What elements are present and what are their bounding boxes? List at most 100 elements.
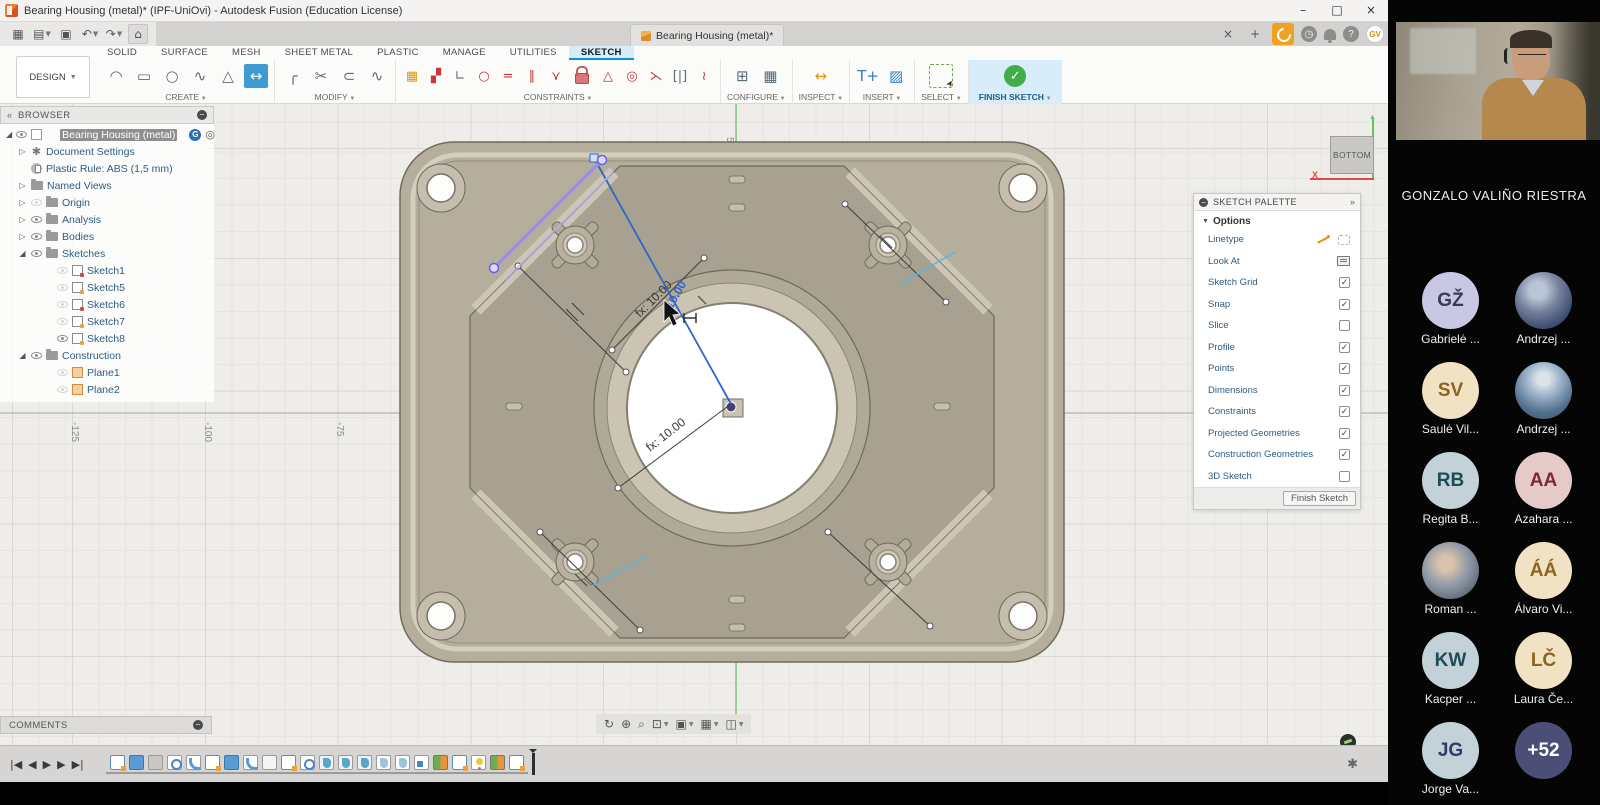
ribbon-tab-utilities[interactable]: UTILITIES bbox=[498, 46, 569, 60]
participant-tile[interactable]: Roman ... bbox=[1404, 534, 1497, 624]
participant-tile[interactable]: ÁÁÁlvaro Vi... bbox=[1497, 534, 1590, 624]
ribbon-tab-mesh[interactable]: MESH bbox=[220, 46, 273, 60]
triangle-constraint-icon[interactable]: △ bbox=[598, 64, 618, 88]
visibility-eye-icon[interactable] bbox=[31, 352, 42, 359]
timeline-feature-cut[interactable] bbox=[319, 755, 334, 770]
sketch-palette-header[interactable]: − SKETCH PALETTE » bbox=[1194, 194, 1360, 211]
ribbon-group-label[interactable]: SELECT ▼ bbox=[921, 92, 962, 104]
expander-open-icon[interactable]: ◢ bbox=[6, 130, 12, 139]
normal-linetype-icon[interactable] bbox=[1338, 235, 1350, 245]
recent-activity-clock[interactable]: ◷ bbox=[1301, 26, 1317, 42]
timeline-feature-sketch[interactable] bbox=[452, 755, 467, 770]
timeline-feature-drop[interactable] bbox=[376, 755, 391, 770]
line-endpoint-handle[interactable] bbox=[590, 154, 598, 162]
maximize-button[interactable]: □ bbox=[1320, 0, 1354, 21]
finish-sketch-check-icon[interactable]: ✓ bbox=[1004, 65, 1026, 87]
participant-tile[interactable]: Andrzej ... bbox=[1497, 264, 1590, 354]
notifications-bell[interactable] bbox=[1324, 29, 1336, 40]
timeline-feature-sketch[interactable] bbox=[205, 755, 220, 770]
account-avatar[interactable]: GV bbox=[1366, 25, 1384, 43]
expander-icon[interactable]: ▷ bbox=[18, 147, 27, 156]
redo-icon[interactable]: ↷▼ bbox=[104, 24, 124, 44]
break-tool-icon[interactable]: ∿ bbox=[365, 64, 389, 88]
browser-item-sketch1[interactable]: Sketch1 bbox=[0, 262, 214, 279]
tangent-constraint-icon[interactable]: ⋋ bbox=[646, 64, 666, 88]
sketch-grid-checkbox[interactable]: ✓ bbox=[1339, 277, 1350, 288]
browser-root-row[interactable]: ◢Bearing Housing (metal)G◎ bbox=[0, 126, 214, 143]
timeline-feature-fillet[interactable] bbox=[243, 755, 258, 770]
spline-tool-icon[interactable]: ∿ bbox=[188, 64, 212, 88]
browser-item-named-views[interactable]: ▷Named Views bbox=[0, 177, 214, 194]
palette-expand-icon[interactable]: » bbox=[1350, 197, 1355, 207]
grid-and-snaps-icon[interactable]: ▦▼ bbox=[699, 717, 721, 731]
ribbon-group-label[interactable]: CONSTRAINTS ▼ bbox=[524, 92, 593, 104]
fit-icon[interactable]: ⊡▼ bbox=[650, 717, 671, 731]
participant-tile[interactable]: +52 bbox=[1497, 714, 1590, 804]
zoom-icon[interactable]: ⌕ bbox=[636, 717, 647, 732]
document-tab[interactable]: Bearing Housing (metal)* bbox=[630, 24, 784, 46]
new-document-tab[interactable]: + bbox=[1245, 24, 1265, 44]
constraints-checkbox[interactable]: ✓ bbox=[1339, 406, 1350, 417]
home-view-icon[interactable]: ⌂ bbox=[128, 24, 148, 44]
browser-item-sketch7[interactable]: Sketch7 bbox=[0, 313, 214, 330]
construction-geometries-checkbox[interactable]: ✓ bbox=[1339, 449, 1350, 460]
file-menu-icon[interactable]: ▤▼ bbox=[32, 24, 52, 44]
timeline-feature-sketch[interactable] bbox=[110, 755, 125, 770]
go-to-end-button[interactable]: ▶| bbox=[72, 758, 84, 771]
timeline-feature-bulb[interactable] bbox=[471, 755, 486, 770]
timeline-feature-solid[interactable] bbox=[129, 755, 144, 770]
step-back-button[interactable]: ◀ bbox=[28, 758, 36, 771]
select-tool-icon[interactable] bbox=[929, 64, 953, 88]
timeline-position-marker[interactable] bbox=[532, 753, 535, 775]
ribbon-group-label[interactable]: CONFIGURE ▼ bbox=[727, 92, 786, 104]
visibility-eye-icon[interactable] bbox=[31, 199, 42, 206]
ribbon-tab-manage[interactable]: MANAGE bbox=[431, 46, 498, 60]
curvature-constraint-icon[interactable]: ≀ bbox=[694, 64, 714, 88]
insert-decal-icon[interactable]: T+ bbox=[856, 64, 880, 88]
browser-item-plastic-rule-abs-1-5-mm-[interactable]: Plastic Rule: ABS (1,5 mm) bbox=[0, 160, 214, 177]
timeline-settings-gear-icon[interactable]: ✱ bbox=[1347, 757, 1358, 772]
measure-tool-icon[interactable]: ↔ bbox=[809, 64, 833, 88]
timeline-feature-cut[interactable] bbox=[357, 755, 372, 770]
viewcube-face[interactable]: BOTTOM bbox=[1330, 136, 1374, 174]
visibility-eye-icon[interactable] bbox=[57, 386, 68, 393]
expander-icon[interactable]: ▷ bbox=[18, 198, 27, 207]
participant-tile[interactable]: LČLaura Če... bbox=[1497, 624, 1590, 714]
sketch-dimension-tool-icon[interactable]: ↔ bbox=[244, 64, 268, 88]
minimize-button[interactable]: – bbox=[1286, 0, 1320, 21]
viewports-icon[interactable]: ◫▼ bbox=[723, 717, 745, 731]
expander-icon[interactable]: ▷ bbox=[18, 232, 27, 241]
visibility-eye-icon[interactable] bbox=[57, 267, 68, 274]
timeline-feature-gray[interactable] bbox=[148, 755, 163, 770]
participant-tile[interactable]: JGJorge Va... bbox=[1404, 714, 1497, 804]
participant-tile[interactable]: Andrzej ... bbox=[1497, 354, 1590, 444]
3d-sketch-checkbox[interactable] bbox=[1339, 471, 1350, 482]
snap-checkbox[interactable]: ✓ bbox=[1339, 299, 1350, 310]
timeline-feature-pattern[interactable] bbox=[433, 755, 448, 770]
rectangle-tool-icon[interactable]: ▭ bbox=[132, 64, 156, 88]
visibility-eye-icon[interactable] bbox=[16, 131, 27, 138]
palette-options-section[interactable]: ▼ Options bbox=[1194, 211, 1360, 229]
sketch-pattern-tool-icon[interactable]: ▦ bbox=[402, 64, 422, 88]
design-workspace-button[interactable]: DESIGN ▼ bbox=[16, 56, 90, 98]
expander-open-icon[interactable]: ◢ bbox=[18, 351, 27, 360]
profile-checkbox[interactable]: ✓ bbox=[1339, 342, 1350, 353]
timeline-feature-blank[interactable] bbox=[262, 755, 277, 770]
browser-item-sketch8[interactable]: Sketch8 bbox=[0, 330, 214, 347]
ribbon-group-finish-sketch[interactable]: ✓ FINISH SKETCH ▼ bbox=[969, 60, 1062, 104]
browser-item-plane1[interactable]: Plane1 bbox=[0, 364, 214, 381]
orbit-icon[interactable]: ↻ bbox=[602, 717, 616, 731]
participant-tile[interactable]: KWKacper ... bbox=[1404, 624, 1497, 714]
browser-item-sketches[interactable]: ◢Sketches bbox=[0, 245, 214, 262]
ribbon-group-label[interactable]: CREATE ▼ bbox=[165, 92, 206, 104]
slot-tool-icon[interactable]: ○ bbox=[474, 64, 494, 88]
close-document[interactable]: × bbox=[1218, 24, 1238, 44]
participant-tile[interactable]: GŽGabrielė ... bbox=[1404, 264, 1497, 354]
browser-header[interactable]: « BROWSER − bbox=[0, 106, 214, 124]
finish-sketch-label[interactable]: FINISH SKETCH ▼ bbox=[979, 92, 1052, 104]
trim-tool-icon[interactable]: ✂ bbox=[309, 64, 333, 88]
palette-close-icon[interactable]: − bbox=[1199, 198, 1208, 207]
participant-tile[interactable]: SVSaulė Vil... bbox=[1404, 354, 1497, 444]
mirror-tool-icon[interactable]: ▞ bbox=[426, 64, 446, 88]
comments-bar[interactable]: COMMENTS − bbox=[0, 716, 212, 734]
